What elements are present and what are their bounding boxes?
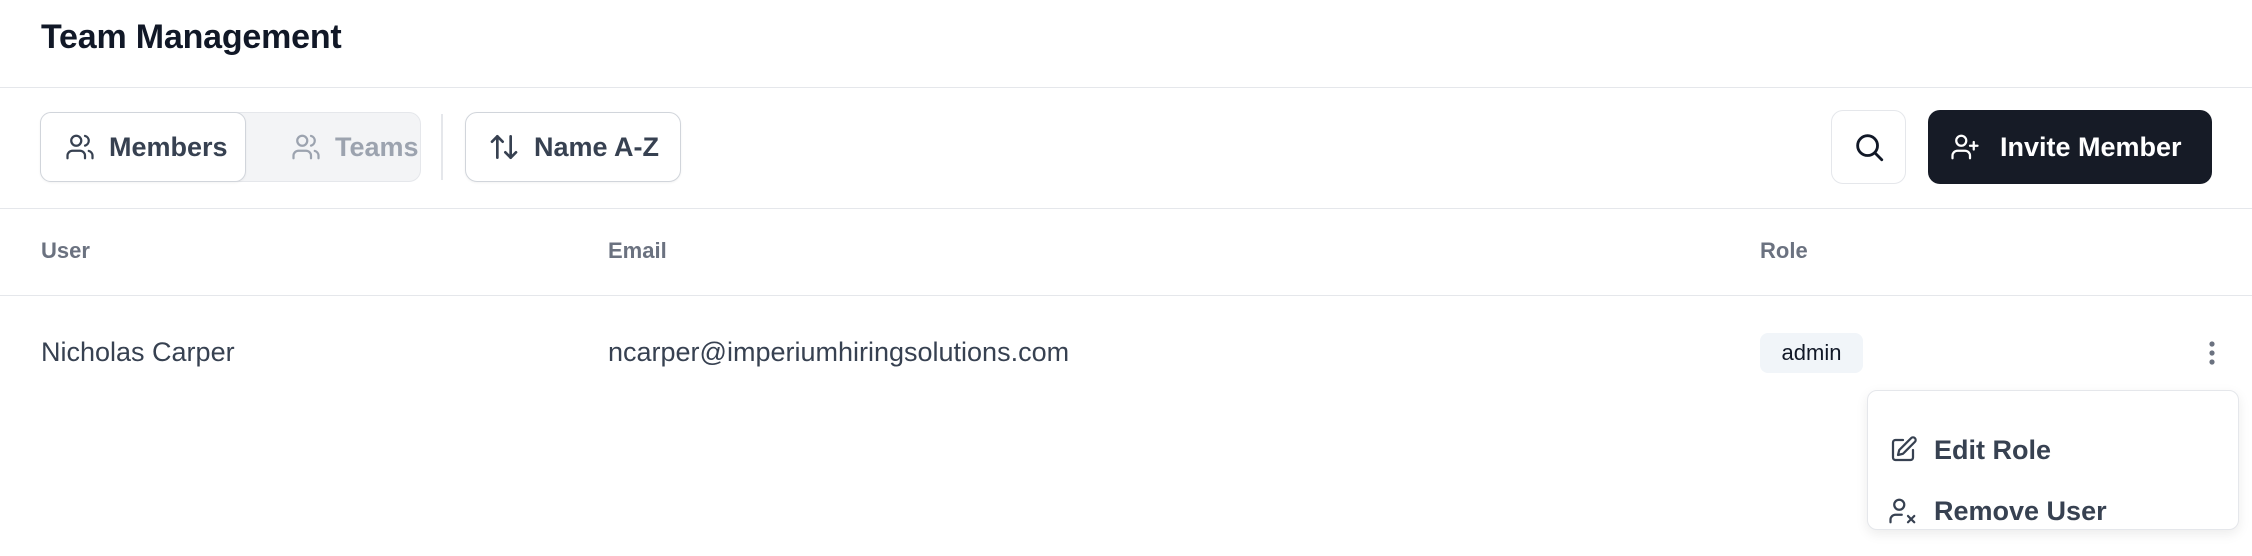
menu-item-remove-user[interactable]: Remove User: [1888, 489, 2107, 533]
invite-member-label: Invite Member: [2000, 131, 2182, 162]
edit-icon: [1888, 435, 1918, 465]
user-remove-icon: [1888, 496, 1918, 526]
row-actions-menu: Edit Role Remove User: [1867, 390, 2239, 530]
users-icon: [291, 132, 321, 162]
search-icon: [1852, 130, 1886, 164]
users-icon: [65, 132, 95, 162]
header-divider: [0, 87, 2252, 88]
view-toggle: Members Teams: [40, 112, 421, 182]
menu-item-remove-user-label: Remove User: [1934, 495, 2107, 526]
tab-members-label: Members: [109, 131, 228, 162]
row-actions-button[interactable]: [2200, 336, 2224, 370]
search-button[interactable]: [1831, 110, 1906, 184]
page-title: Team Management: [41, 18, 342, 56]
column-header-role[interactable]: Role: [1760, 238, 1808, 264]
column-header-email[interactable]: Email: [608, 238, 667, 264]
tab-members[interactable]: Members: [40, 112, 246, 182]
tab-teams[interactable]: Teams: [267, 113, 419, 181]
sort-label: Name A-Z: [534, 131, 660, 162]
menu-item-edit-role[interactable]: Edit Role: [1888, 428, 2051, 472]
column-header-user[interactable]: User: [41, 238, 90, 264]
menu-item-edit-role-label: Edit Role: [1934, 434, 2052, 465]
toolbar-divider: [441, 114, 443, 180]
toolbar-bottom-divider: [0, 208, 2252, 209]
invite-member-button[interactable]: Invite Member: [1928, 110, 2212, 184]
user-name-cell: Nicholas Carper: [41, 337, 235, 367]
more-vertical-icon: [2208, 340, 2216, 366]
email-cell: ncarper@imperiumhiringsolutions.com: [608, 337, 1070, 367]
table-header-divider: [0, 295, 2252, 296]
user-plus-icon: [1950, 132, 1980, 162]
role-badge: admin: [1760, 333, 1863, 373]
sort-arrows-icon: [488, 131, 520, 163]
sort-button[interactable]: Name A-Z: [465, 112, 681, 182]
tab-teams-label: Teams: [335, 131, 419, 162]
